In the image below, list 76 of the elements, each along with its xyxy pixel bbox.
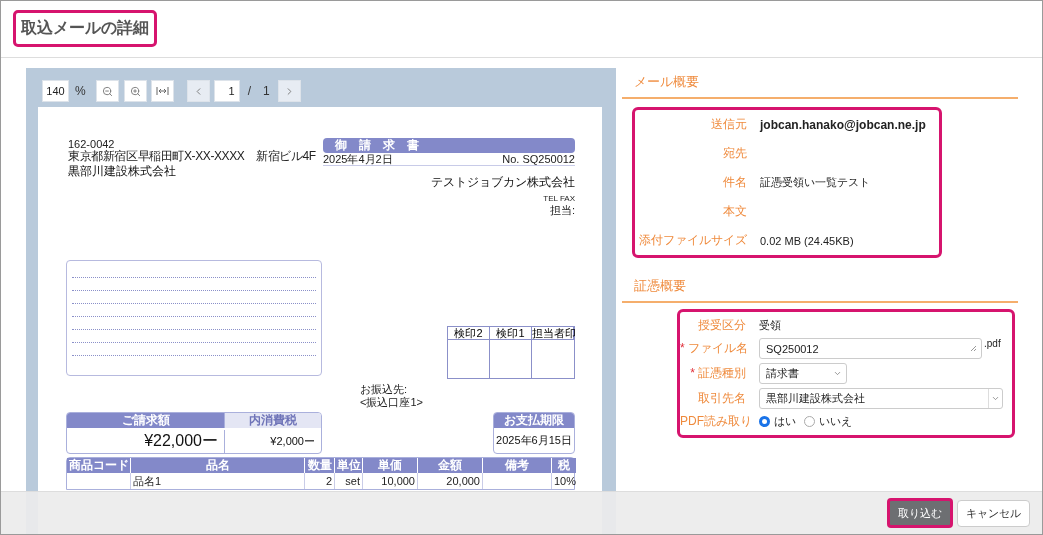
dropdown-caret-icon bbox=[991, 394, 1000, 403]
field-label: 本文 bbox=[722, 203, 747, 220]
table-cell: set bbox=[335, 473, 363, 489]
page-total: 1 bbox=[263, 84, 270, 98]
person-label: 担当: bbox=[548, 204, 575, 216]
resize-grip-icon bbox=[970, 345, 977, 352]
zoom-unit: % bbox=[75, 84, 86, 98]
zoom-out-icon bbox=[101, 85, 113, 97]
field-label: 送信元 bbox=[710, 116, 747, 133]
section-heading: メール概要 bbox=[622, 71, 1018, 99]
tax-amount: ¥2,000ー bbox=[224, 430, 321, 453]
total-amount: ¥22,000ー bbox=[143, 431, 219, 451]
table-cell: 2 bbox=[305, 473, 335, 489]
issuer-name: テストジョブカン株式会社 bbox=[430, 174, 575, 191]
invoice-date: 2025年4月2日 bbox=[323, 153, 393, 165]
field-label: 添付ファイルサイズ bbox=[638, 232, 747, 249]
file-name-field[interactable]: SQ250012 bbox=[759, 338, 982, 359]
field-value: jobcan.hanako@jobcan.ne.jp bbox=[760, 117, 927, 132]
field-label: 授受区分 bbox=[697, 317, 746, 334]
dropdown-caret-icon bbox=[833, 369, 842, 378]
customer-name: 黒部川建設株式会社 bbox=[68, 163, 177, 180]
section-heading: 証憑概要 bbox=[622, 275, 1018, 303]
zoom-out-button[interactable] bbox=[95, 80, 119, 102]
import-button[interactable]: 取り込む bbox=[887, 498, 953, 528]
next-page-button[interactable] bbox=[277, 80, 301, 102]
postcode: 162-0042 bbox=[68, 138, 116, 150]
partner-select[interactable]: 黒部川建設株式会社 bbox=[759, 388, 1003, 409]
file-extension: .pdf bbox=[984, 338, 1001, 349]
type-select[interactable]: 請求書 bbox=[759, 363, 847, 384]
column-header: 備考 bbox=[483, 458, 552, 473]
table-cell: 10,000 bbox=[363, 473, 418, 489]
window-title: 取込メールの詳細 bbox=[13, 10, 157, 47]
column-header: 税 bbox=[552, 458, 576, 473]
due-header: お支払期限 bbox=[494, 413, 574, 428]
column-header: 単価 bbox=[363, 458, 418, 473]
column-header: 数量 bbox=[305, 458, 335, 473]
zoom-in-icon bbox=[129, 85, 141, 97]
zoom-in-button[interactable] bbox=[123, 80, 147, 102]
column-header: 金額 bbox=[418, 458, 483, 473]
invoice-title: 御請求書 bbox=[323, 138, 575, 153]
table-cell: 20,000 bbox=[418, 473, 483, 489]
transfer-account: <振込口座1> bbox=[360, 396, 424, 409]
fit-width-button[interactable] bbox=[150, 80, 174, 102]
radio-button[interactable] bbox=[759, 416, 770, 427]
table-cell: 品名1 bbox=[131, 473, 305, 489]
field-label: * ファイル名 bbox=[680, 340, 746, 357]
fit-width-icon bbox=[155, 87, 169, 95]
cancel-button[interactable]: キャンセル bbox=[957, 499, 1030, 527]
field-value: 0.02 MB (24.45KB) bbox=[760, 234, 855, 247]
stamp-header: 担当者印 bbox=[532, 327, 574, 340]
field-label: 宛先 bbox=[722, 145, 747, 162]
address: 東京都新宿区早稲田町X-XX-XXXX 新宿ビル4F bbox=[68, 150, 316, 162]
field-label: 件名 bbox=[722, 174, 747, 191]
column-header: 単位 bbox=[335, 458, 363, 473]
stamp-header: 検印2 bbox=[448, 327, 490, 340]
radio-button[interactable] bbox=[804, 416, 815, 427]
due-date: 2025年6月15日 bbox=[495, 432, 573, 448]
stamp-header: 検印1 bbox=[490, 327, 532, 340]
column-header: 品名 bbox=[131, 458, 305, 473]
transfer-label: お振込先: bbox=[360, 383, 409, 396]
field-value: 受領 bbox=[759, 318, 782, 333]
invoice-number: No. SQ250012 bbox=[502, 153, 575, 165]
field-value: 証憑受領い一覧テスト bbox=[760, 175, 871, 190]
previous-page-button[interactable] bbox=[186, 80, 210, 102]
table-cell-text: 10% bbox=[553, 474, 576, 489]
field-label: * 証憑種別 bbox=[689, 365, 746, 382]
zoom-field[interactable]: 140 bbox=[42, 80, 69, 102]
page-field[interactable]: 1 bbox=[213, 80, 240, 102]
tax-header: 内消費税 bbox=[224, 413, 321, 428]
field-label: 取引先名 bbox=[697, 390, 746, 407]
radio-option[interactable]: はい bbox=[759, 414, 796, 429]
total-header: ご請求額 bbox=[67, 413, 224, 428]
page-separator: / bbox=[247, 84, 251, 98]
radio-option[interactable]: いいえ bbox=[804, 414, 852, 429]
column-header: 商品コード bbox=[67, 458, 131, 473]
contact-line: TEL FAX bbox=[542, 193, 575, 204]
